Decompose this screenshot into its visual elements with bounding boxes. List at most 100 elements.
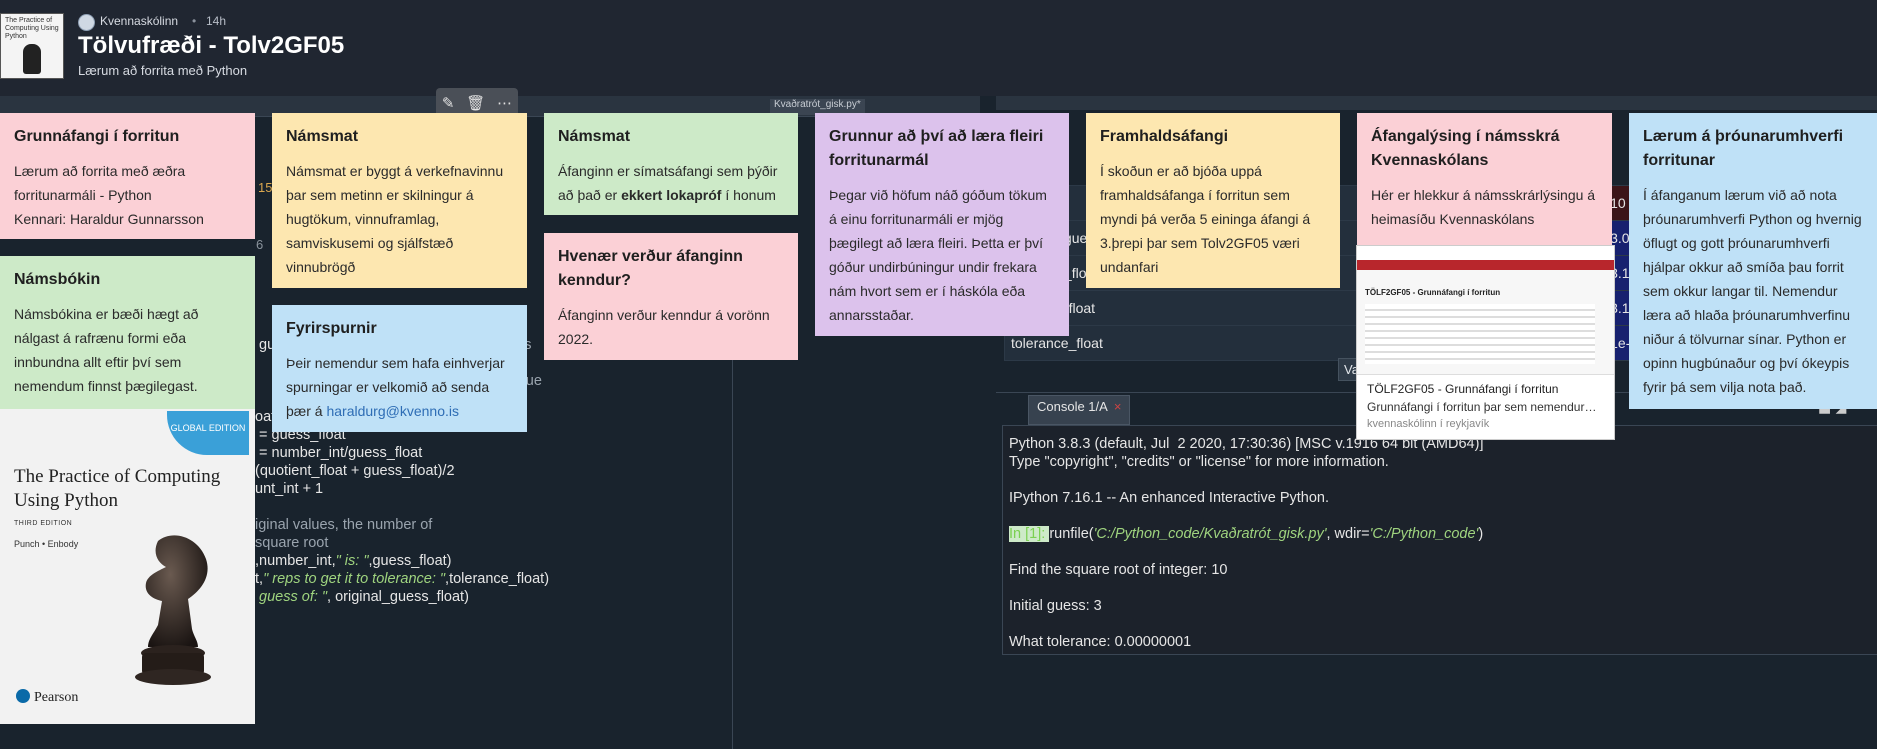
console-tab-label: Console 1/A — [1037, 399, 1108, 414]
page-subtitle: Lærum að forrita með Python — [78, 63, 248, 78]
console-prompt: In [1]: — [1009, 526, 1050, 542]
code-text: (quotient_float + guess_float)/2 — [255, 463, 455, 479]
console-cmd-string: 'C:/Python_code' — [1369, 526, 1479, 542]
link-preview-card[interactable]: TÖLF2GF05 - Grunnáfangi í forritun TÖLF2… — [1356, 245, 1615, 440]
link-preview-image: TÖLF2GF05 - Grunnáfangi í forritun — [1357, 246, 1614, 375]
note-body: Kennari: Haraldur Gunnarsson — [14, 211, 204, 227]
board-cover-thumbnail[interactable]: The Practice of Computing Using Python — [0, 13, 64, 79]
preview-nav — [1357, 260, 1614, 270]
note-body: Í áfanganum lærum við að nota þróunarumh… — [1643, 187, 1862, 395]
note-title: Áfangalýsing í námsskrá Kvennaskólans — [1371, 128, 1560, 169]
note-hvenaer[interactable]: Hvenær verður áfanginn kenndur? Áfanginn… — [544, 233, 798, 360]
code-line: guess of: ", original_guess_float) — [255, 588, 549, 606]
pencil-icon[interactable]: ✎ — [442, 94, 455, 112]
code-text: ,guess_float) — [368, 553, 452, 569]
note-title: Lærum á þróunarumhverfi forritunar — [1643, 128, 1844, 169]
note-body: Námsmat er byggt á verkefnavinnu þar sem… — [286, 163, 504, 275]
book-authors: Punch • Enbody — [14, 539, 79, 549]
code-comment: iginal values, the number of — [255, 517, 433, 533]
code-text: = number_int/guess_float — [255, 445, 423, 461]
console-cmd-string: 'C:/Python_code/Kvaðratrót_gisk.py' — [1093, 526, 1327, 542]
code-line: iginal values, the number of — [255, 516, 549, 534]
code-line: unt_int + 1 — [255, 480, 549, 498]
preview-text-lines — [1365, 304, 1595, 364]
console-input-line: In [1]: runfile('C:/Python_code/Kvaðratr… — [1009, 526, 1483, 542]
thumb-text: The Practice of Computing Using Python — [5, 17, 59, 40]
note-body: Áfanginn verður kenndur á vorönn 2022. — [558, 307, 770, 347]
note-body: Námsbókina er bæði hægt að nálgast á raf… — [14, 306, 199, 394]
note-text: í honum — [721, 187, 776, 203]
console-line: Type "copyright", "credits" or "license"… — [1009, 454, 1389, 470]
note-body: Hér er hlekkur á námsskrárlýsingu á heim… — [1371, 187, 1596, 227]
console-tab[interactable]: Console 1/A × — [1028, 395, 1131, 425]
note-title: Námsmat — [558, 128, 631, 145]
preview-title: TÖLF2GF05 - Grunnáfangi í forritun — [1365, 288, 1501, 297]
preview-topbar — [1357, 246, 1614, 261]
board-header: The Practice of Computing Using Python K… — [0, 0, 1877, 96]
note-title: Grunnur að því að læra fleiri forritunar… — [829, 128, 1044, 169]
console-line: Find the square root of integer: 10 — [1009, 562, 1228, 578]
note-body: Áfanginn er símatsáfangi sem þýðir að þa… — [558, 159, 784, 207]
close-icon[interactable]: × — [1114, 399, 1122, 414]
note-namsbokin[interactable]: Námsbókin Námsbókina er bæði hægt að nál… — [0, 256, 255, 409]
note-body: Lærum að forrita með æðra forritunarmáli… — [14, 163, 186, 203]
code-text: ,number_int, — [255, 553, 336, 569]
code-line: square root — [255, 534, 549, 552]
note-namsmat-1[interactable]: Námsmat Námsmat er byggt á verkefnavinnu… — [272, 113, 527, 288]
link-title: TÖLF2GF05 - Grunnáfangi í forritun — [1367, 382, 1559, 396]
global-edition-badge: GLOBAL EDITION — [167, 411, 249, 455]
workspace-name[interactable]: Kvennaskólinn — [100, 14, 178, 28]
note-throunarumhverfi[interactable]: Lærum á þróunarumhverfi forritunar Í áfa… — [1629, 113, 1877, 409]
note-bold-text: ekkert lokapróf — [621, 187, 722, 203]
code-line: (quotient_float + guess_float)/2 — [255, 462, 549, 480]
code-line: ,number_int," is: ",guess_float) — [255, 552, 549, 570]
email-link[interactable]: haraldurg@kvenno.is — [326, 403, 459, 419]
note-body: Þeir nemendur sem hafa einhverjar spurni… — [286, 351, 513, 423]
variable-explorer-toolbar — [996, 96, 1877, 110]
code-string: " reps to get it to tolerance: " — [263, 571, 446, 587]
code-text: t, — [255, 571, 264, 587]
code-string: guess of: " — [255, 589, 328, 605]
note-body: Þegar við höfum náð góðum tökum á einu f… — [829, 187, 1047, 323]
code-text: ,tolerance_float) — [445, 571, 550, 587]
note-framhaldsafangi[interactable]: Framhaldsáfangi Í skoðun er að bjóða upp… — [1086, 113, 1340, 288]
code-text: , original_guess_float) — [327, 589, 469, 605]
note-title: Fyrirspurnir — [286, 320, 377, 337]
note-body: Í skoðun er að bjóða uppá framhaldsáfang… — [1100, 163, 1311, 275]
separator-dot: • — [192, 14, 197, 28]
console-cmd: , wdir= — [1326, 526, 1370, 542]
console-cmd: ) — [1478, 526, 1484, 542]
note-title: Námsmat — [286, 128, 359, 145]
chess-knight-icon — [23, 44, 41, 74]
page-title: Tölvufræði - Tolv2GF05 — [78, 32, 345, 59]
chess-knight-icon — [135, 535, 211, 685]
code-text: unt_int + 1 — [255, 481, 324, 497]
book-edition: THIRD EDITION — [14, 520, 73, 527]
editor-split-line — [732, 326, 733, 749]
book-title: The Practice of Computing Using Python — [14, 466, 221, 511]
console-line: What tolerance: 0.00000001 — [1009, 634, 1192, 650]
line-number: 6 — [256, 237, 264, 252]
publisher-logo: Pearson — [16, 689, 78, 706]
console-line: Initial guess: 3 — [1009, 598, 1102, 614]
code-string: " is: " — [335, 553, 369, 569]
note-namsmat-2[interactable]: Námsmat Áfanginn er símatsáfangi sem þýð… — [544, 113, 798, 215]
code-line: = number_int/guess_float — [255, 444, 549, 462]
console-line: IPython 7.16.1 -- An enhanced Interactiv… — [1009, 490, 1330, 506]
note-afangalysing[interactable]: Áfangalýsing í námsskrá Kvennaskólans Hé… — [1357, 113, 1612, 245]
book-cover-image[interactable]: GLOBAL EDITION The Practice of Computing… — [0, 409, 255, 724]
link-description: Grunnáfangi í forritun þar sem nemendur… — [1367, 400, 1597, 414]
trash-icon[interactable]: 🗑 — [466, 94, 485, 112]
console-cmd: runfile( — [1049, 526, 1094, 542]
code-comment: square root — [255, 535, 329, 551]
note-grunnur[interactable]: Grunnur að því að læra fleiri forritunar… — [815, 113, 1069, 336]
note-title: Grunnáfangi í forritun — [14, 128, 180, 145]
globe-icon — [78, 14, 95, 31]
note-fyrirspurnir[interactable]: Fyrirspurnir Þeir nemendur sem hafa einh… — [272, 305, 527, 432]
note-title: Framhaldsáfangi — [1100, 128, 1229, 145]
note-title: Námsbókin — [14, 271, 101, 288]
note-grunnafangi[interactable]: Grunnáfangi í forritun Lærum að forrita … — [0, 113, 255, 239]
link-site: kvennaskólinn í reykjavík — [1367, 418, 1490, 430]
more-icon[interactable]: ⋯ — [497, 94, 512, 112]
